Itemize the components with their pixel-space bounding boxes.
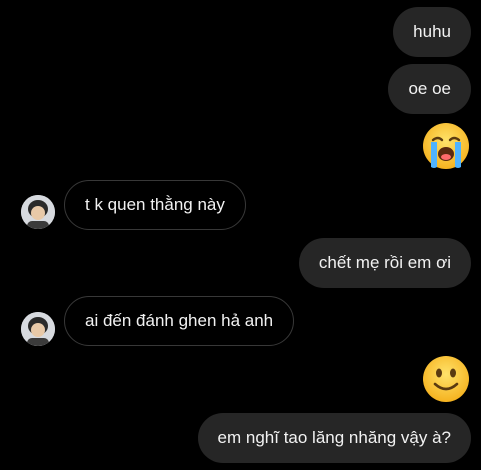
message-bubble-received[interactable]: ai đến đánh ghen hả anh [64, 296, 295, 346]
avatar[interactable] [21, 195, 55, 229]
avatar[interactable] [21, 312, 55, 346]
message-bubble-sent[interactable]: em nghĩ tao lăng nhăng vậy à? [197, 413, 471, 463]
message-bubble-sent[interactable]: oe oe [388, 64, 471, 114]
avatar-image [21, 312, 55, 346]
avatar-image [21, 195, 55, 229]
message-bubble-sent[interactable]: chết mẹ rồi em ơi [298, 238, 471, 288]
message-bubble-received[interactable]: t k quen thằng này [64, 180, 246, 230]
loudly-crying-face-icon[interactable] [421, 121, 471, 171]
slightly-smiling-face-icon[interactable] [421, 354, 471, 404]
message-bubble-sent[interactable]: huhu [393, 7, 471, 57]
